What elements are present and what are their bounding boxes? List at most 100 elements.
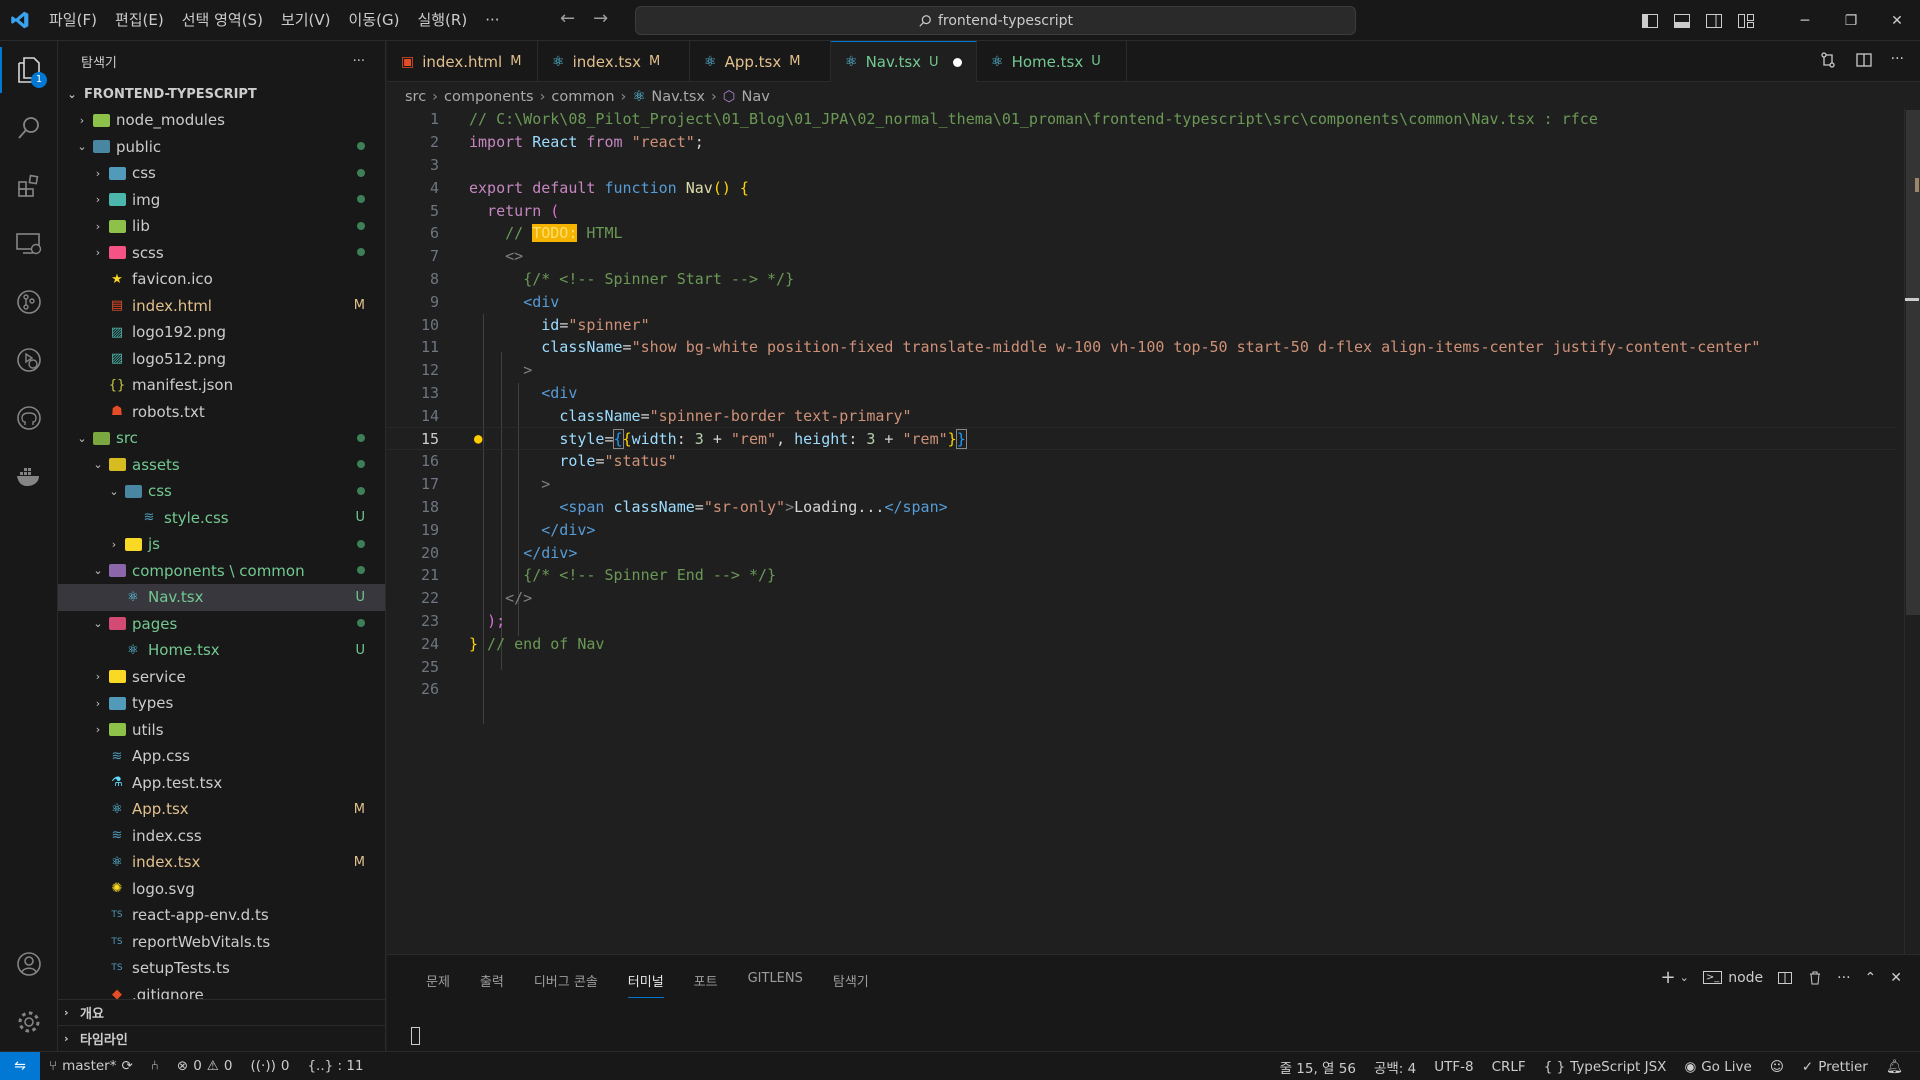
tree-item[interactable]: ☗ robots.txt — [58, 399, 385, 426]
tab-index-html[interactable]: ▣ index.html M — [387, 41, 538, 82]
tab-home-tsx[interactable]: ⚛ Home.tsx U — [977, 41, 1127, 82]
code-editor[interactable]: 1 // C:\Work\08_Pilot_Project\01_Blog\01… — [387, 108, 1897, 954]
tree-item[interactable]: › css — [58, 160, 385, 187]
menu-go[interactable]: 이동(G) — [340, 0, 409, 41]
docker-icon[interactable] — [0, 447, 58, 505]
tree-item[interactable]: TS react-app-env.d.ts — [58, 902, 385, 929]
tree-item[interactable]: ⚛ Nav.tsx U — [58, 584, 385, 611]
tab-app-tsx[interactable]: ⚛ App.tsx M — [690, 41, 831, 82]
status-eol[interactable]: CRLF — [1483, 1059, 1535, 1075]
command-center-search[interactable]: frontend-typescript — [635, 6, 1356, 35]
timeline-section[interactable]: › 타임라인 — [58, 1025, 385, 1051]
tree-item[interactable]: ✺ logo.svg — [58, 876, 385, 903]
tree-item[interactable]: ⚛ Home.tsx U — [58, 637, 385, 664]
status-gitlens[interactable]: ⑃ — [142, 1058, 168, 1074]
github-icon[interactable] — [0, 389, 58, 447]
tab-index-tsx[interactable]: ⚛ index.tsx M — [538, 41, 690, 82]
maximize-panel-icon[interactable]: ⌃ — [1865, 970, 1877, 986]
tree-item[interactable]: {} manifest.json — [58, 372, 385, 399]
tab-nav-tsx[interactable]: ⚛ Nav.tsx U — [831, 41, 977, 82]
tree-item[interactable]: › utils — [58, 717, 385, 744]
breadcrumb-item[interactable]: common — [551, 89, 614, 105]
status-problems[interactable]: ⊗ 0 ⚠ 0 — [168, 1058, 242, 1074]
new-terminal-icon[interactable]: + — [1661, 967, 1676, 988]
search-activity-icon[interactable] — [0, 99, 58, 157]
status-copilot[interactable]: ☺ — [1761, 1059, 1793, 1075]
run-debug-icon[interactable] — [0, 331, 58, 389]
gear-icon[interactable] — [0, 993, 58, 1051]
editor-more-icon[interactable]: ··· — [1891, 51, 1904, 69]
panel-tab-debug-console[interactable]: 디버그 콘솔 — [519, 967, 613, 994]
menu-view[interactable]: 보기(V) — [272, 0, 340, 41]
tree-item[interactable]: ⚗ App.test.tsx — [58, 770, 385, 797]
panel-more-icon[interactable]: ··· — [1837, 970, 1850, 986]
tree-item[interactable]: ⌄ css — [58, 478, 385, 505]
customize-layout-icon[interactable] — [1730, 13, 1762, 28]
panel-tab-problems[interactable]: 문제 — [411, 967, 465, 994]
extensions-icon[interactable] — [0, 157, 58, 215]
tree-item[interactable]: ⌄ public — [58, 134, 385, 161]
tree-item[interactable]: ▨ logo512.png — [58, 346, 385, 373]
menu-more[interactable]: ··· — [476, 0, 508, 41]
minimize-icon[interactable]: ─ — [1782, 13, 1828, 29]
tree-item[interactable]: ★ favicon.ico — [58, 266, 385, 293]
status-cursor-position[interactable]: 줄 15, 열 56 — [1271, 1057, 1365, 1077]
terminal-cursor[interactable] — [411, 1027, 420, 1045]
tree-item[interactable]: TS setupTests.ts — [58, 955, 385, 982]
tree-item[interactable]: ⚛ App.tsx M — [58, 796, 385, 823]
tree-item[interactable]: ⚛ index.tsx M — [58, 849, 385, 876]
account-icon[interactable] — [0, 935, 58, 993]
close-panel-icon[interactable]: ✕ — [1890, 970, 1902, 986]
explorer-icon[interactable]: 1 — [0, 41, 58, 99]
back-arrow-icon[interactable]: ← — [560, 8, 575, 29]
tree-item[interactable]: ≋ index.css — [58, 823, 385, 850]
breadcrumb-item[interactable]: Nav.tsx — [651, 89, 705, 105]
toggle-secondary-sidebar-icon[interactable] — [1698, 13, 1730, 28]
restore-icon[interactable]: ❐ — [1828, 13, 1874, 29]
menu-selection[interactable]: 선택 영역(S) — [173, 0, 272, 41]
panel-tab-ports[interactable]: 포트 — [679, 967, 733, 994]
status-notifications[interactable]: 🔔︎ — [1877, 1059, 1912, 1075]
panel-tab-gitlens[interactable]: GITLENS — [733, 967, 818, 994]
status-encoding[interactable]: UTF-8 — [1425, 1059, 1482, 1075]
toggle-panel-icon[interactable] — [1666, 13, 1698, 28]
tree-item[interactable]: › service — [58, 664, 385, 691]
split-terminal-icon[interactable] — [1777, 970, 1793, 986]
status-prettier[interactable]: ✓ Prettier — [1793, 1059, 1877, 1075]
status-indentation[interactable]: 공백: 4 — [1365, 1057, 1425, 1077]
terminal-shell-label[interactable]: node — [1728, 970, 1763, 986]
unsaved-dot-icon[interactable] — [952, 57, 962, 67]
remote-indicator-icon[interactable]: ⇋ — [0, 1051, 40, 1080]
workspace-root[interactable]: ⌄ FRONTEND-TYPESCRIPT — [58, 81, 385, 107]
tree-item[interactable]: ⌄ components \ common — [58, 558, 385, 585]
editor-scrollbar[interactable] — [1904, 108, 1920, 954]
tree-item[interactable]: › img — [58, 187, 385, 214]
sidebar-more-button[interactable]: ··· — [353, 54, 365, 69]
close-window-icon[interactable]: ✕ — [1874, 13, 1920, 29]
tree-item[interactable]: TS reportWebVitals.ts — [58, 929, 385, 956]
tree-item[interactable]: › scss — [58, 240, 385, 267]
breadcrumb-item[interactable]: src — [405, 89, 426, 105]
tree-item[interactable]: ⌄ pages — [58, 611, 385, 638]
panel-tab-terminal[interactable]: 터미널 — [613, 967, 679, 998]
tree-item[interactable]: › node_modules — [58, 107, 385, 134]
source-control-icon[interactable] — [0, 273, 58, 331]
forward-arrow-icon[interactable]: → — [593, 8, 608, 29]
status-braces[interactable]: {..} : 11 — [298, 1058, 372, 1074]
tree-item[interactable]: ≋ App.css — [58, 743, 385, 770]
chevron-down-icon[interactable]: ⌄ — [1680, 971, 1689, 984]
tree-item[interactable]: › js — [58, 531, 385, 558]
menu-run[interactable]: 실행(R) — [408, 0, 476, 41]
remote-explorer-icon[interactable] — [0, 215, 58, 273]
status-language[interactable]: { } TypeScript JSX — [1535, 1059, 1676, 1075]
tree-item[interactable]: ▤ index.html M — [58, 293, 385, 320]
breadcrumb-item[interactable]: components — [444, 89, 534, 105]
tree-item[interactable]: › types — [58, 690, 385, 717]
tree-item[interactable]: ⌄ assets — [58, 452, 385, 479]
status-golive[interactable]: ◉ Go Live — [1675, 1059, 1760, 1075]
outline-section[interactable]: › 개요 — [58, 999, 385, 1025]
breadcrumb-item[interactable]: Nav — [741, 89, 769, 105]
panel-tab-explorer[interactable]: 탐색기 — [818, 967, 884, 994]
menu-edit[interactable]: 편집(E) — [106, 0, 173, 41]
tree-item[interactable]: ≋ style.css U — [58, 505, 385, 532]
